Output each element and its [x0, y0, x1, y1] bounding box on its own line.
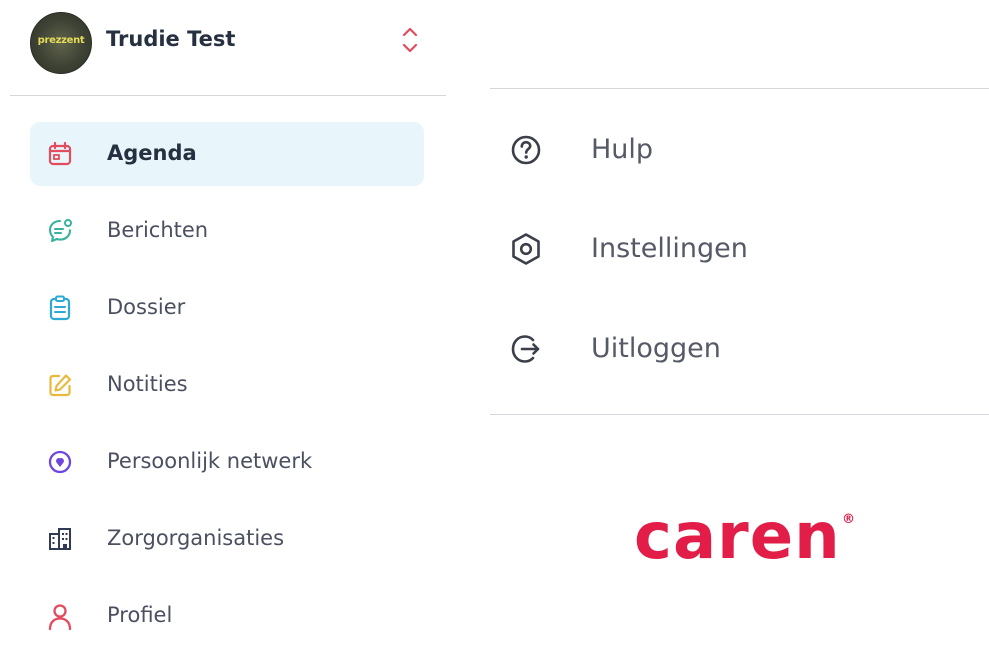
help-circle-icon	[511, 135, 541, 165]
user-icon	[48, 604, 72, 630]
nav-item-dossier[interactable]: Dossier	[30, 276, 424, 340]
settings-icon	[512, 233, 540, 265]
nav-label: Profiel	[107, 603, 173, 627]
menu-label: Uitloggen	[591, 333, 721, 364]
nav-item-notities[interactable]: Notities	[30, 353, 424, 417]
nav-label: Zorgorganisaties	[107, 526, 285, 550]
nav-item-zorgorganisaties[interactable]: Zorgorganisaties	[30, 507, 424, 571]
nav-label: Berichten	[107, 218, 209, 242]
divider	[490, 88, 989, 89]
menu-item-instellingen[interactable]: Instellingen	[490, 217, 989, 281]
sidebar: prezzent Trudie Test Agenda Berichten Do…	[0, 0, 446, 637]
divider	[490, 414, 989, 415]
chat-icon	[48, 219, 72, 243]
nav-label: Notities	[107, 372, 188, 396]
nav-menu: Agenda Berichten Dossier Notities Persoo…	[30, 122, 424, 661]
registered-mark: ®	[842, 512, 855, 527]
nav-item-persoonlijk-netwerk[interactable]: Persoonlijk netwerk	[30, 430, 424, 494]
location-icon	[48, 450, 72, 474]
clipboard-icon	[49, 295, 71, 321]
chevron-up-down-icon[interactable]	[399, 23, 421, 59]
menu-label: Instellingen	[591, 233, 748, 264]
logout-icon	[511, 335, 540, 363]
brand-name: caren	[634, 500, 841, 574]
avatar: prezzent	[30, 12, 92, 74]
caren-logo: caren ®	[634, 500, 864, 580]
divider	[10, 95, 446, 96]
profile-switcher[interactable]: prezzent Trudie Test	[0, 0, 446, 96]
calendar-icon	[48, 141, 72, 166]
nav-label: Dossier	[107, 295, 186, 319]
user-name: Trudie Test	[106, 27, 236, 51]
building-icon	[49, 528, 71, 550]
menu-label: Hulp	[591, 134, 654, 165]
edit-icon	[49, 374, 72, 397]
nav-item-agenda[interactable]: Agenda	[30, 122, 424, 186]
nav-item-profiel[interactable]: Profiel	[30, 584, 424, 648]
nav-label: Persoonlijk netwerk	[107, 449, 313, 473]
avatar-text: prezzent	[37, 35, 85, 46]
nav-label: Agenda	[107, 141, 197, 165]
menu-item-uitloggen[interactable]: Uitloggen	[490, 317, 989, 381]
menu-item-hulp[interactable]: Hulp	[490, 118, 989, 182]
nav-item-berichten[interactable]: Berichten	[30, 199, 424, 263]
